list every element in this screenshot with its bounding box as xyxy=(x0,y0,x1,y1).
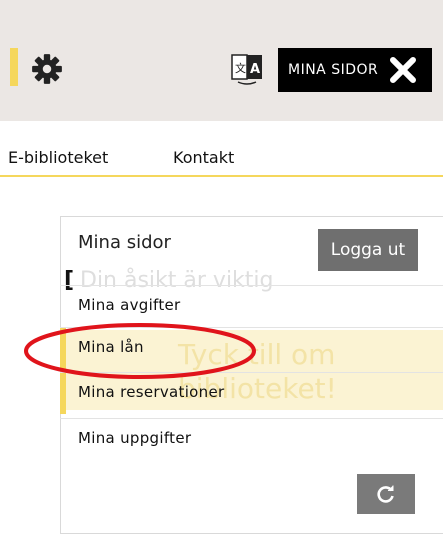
menu-item-label: Mina uppgifter xyxy=(78,429,192,447)
nav-divider xyxy=(0,175,443,177)
annotation-ellipse xyxy=(24,323,256,379)
menu-item-mina-avgifter[interactable]: Mina avgifter xyxy=(60,285,443,327)
menu-item-mina-uppgifter[interactable]: Mina uppgifter xyxy=(60,418,443,460)
svg-text:文: 文 xyxy=(235,61,246,75)
logout-button[interactable]: Logga ut xyxy=(318,229,418,271)
nav-item-kontakt[interactable]: Kontakt xyxy=(173,148,234,167)
mina-sidor-label: MINA SIDOR xyxy=(288,62,379,78)
gear-icon[interactable] xyxy=(30,52,64,86)
panel-title: Mina sidor xyxy=(78,232,171,253)
menu-item-label: Mina avgifter xyxy=(78,296,181,314)
accent-bar xyxy=(10,48,18,86)
translate-icon[interactable]: 文 A xyxy=(230,52,264,86)
close-icon[interactable] xyxy=(388,55,418,85)
mina-sidor-button[interactable]: MINA SIDOR xyxy=(278,48,432,92)
nav-item-e-biblioteket[interactable]: E-biblioteket xyxy=(8,148,108,167)
svg-text:A: A xyxy=(250,62,260,77)
refresh-icon xyxy=(377,485,394,503)
main-nav: E-biblioteket Kontakt xyxy=(0,148,443,172)
menu-item-label: Mina reservationer xyxy=(78,383,225,401)
refresh-button[interactable] xyxy=(357,474,415,514)
